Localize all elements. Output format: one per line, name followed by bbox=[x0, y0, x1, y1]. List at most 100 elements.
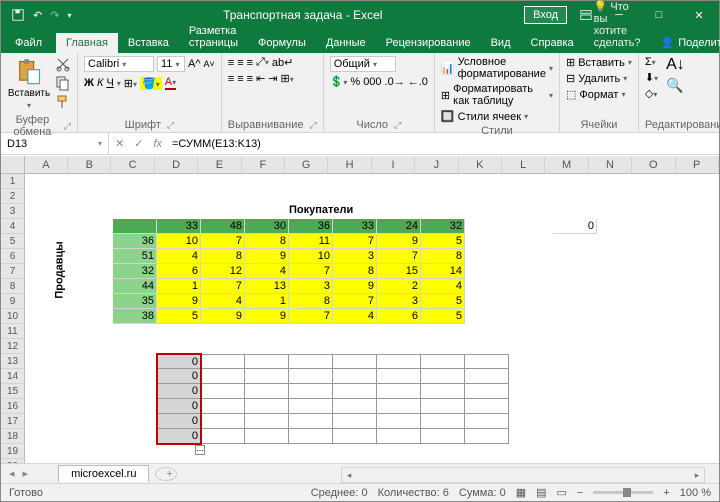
cell[interactable]: 32 bbox=[421, 219, 465, 234]
fill-icon[interactable]: ⬇▾ bbox=[645, 71, 658, 84]
cell[interactable] bbox=[465, 414, 509, 429]
cell[interactable] bbox=[201, 429, 245, 444]
cell[interactable]: 15 bbox=[377, 264, 421, 279]
cell[interactable] bbox=[421, 384, 465, 399]
cell[interactable]: 4 bbox=[245, 264, 289, 279]
cell[interactable] bbox=[465, 369, 509, 384]
cell[interactable]: 9 bbox=[201, 309, 245, 324]
cell[interactable]: 2 bbox=[377, 279, 421, 294]
enter-formula-icon[interactable]: ✓ bbox=[134, 137, 143, 150]
sort-filter-icon[interactable]: A↓ bbox=[666, 56, 685, 74]
cell[interactable]: 1 bbox=[245, 294, 289, 309]
align-top-icon[interactable]: ≡ bbox=[228, 57, 234, 69]
row-header[interactable]: 16 bbox=[1, 399, 25, 414]
zoom-slider[interactable] bbox=[593, 491, 653, 494]
row-header[interactable]: 8 bbox=[1, 279, 25, 294]
cell[interactable] bbox=[245, 414, 289, 429]
row-header[interactable]: 10 bbox=[1, 309, 25, 324]
col-header[interactable]: A bbox=[25, 156, 68, 173]
save-icon[interactable] bbox=[11, 8, 25, 22]
spreadsheet-grid[interactable]: ABCDEFGHIJKLMNOP 12345678910111213141516… bbox=[1, 156, 719, 463]
cell[interactable]: 9 bbox=[333, 279, 377, 294]
zoom-in-button[interactable]: + bbox=[663, 487, 669, 499]
row-header[interactable]: 12 bbox=[1, 339, 25, 354]
cell[interactable]: 36 bbox=[289, 219, 333, 234]
cell[interactable]: 0 bbox=[157, 414, 201, 429]
zoom-out-button[interactable]: − bbox=[577, 487, 583, 499]
tab-home[interactable]: Главная bbox=[56, 33, 118, 53]
cell[interactable]: 5 bbox=[421, 234, 465, 249]
comma-format-icon[interactable]: 000 bbox=[363, 76, 381, 88]
cell[interactable]: 9 bbox=[245, 249, 289, 264]
tab-layout[interactable]: Разметка страницы bbox=[179, 21, 248, 53]
cut-icon[interactable] bbox=[55, 56, 71, 72]
cell[interactable]: 11 bbox=[289, 234, 333, 249]
format-cells-button[interactable]: ⬚Формат▾ bbox=[566, 88, 632, 101]
cell[interactable]: 9 bbox=[377, 234, 421, 249]
cell[interactable]: 5 bbox=[421, 294, 465, 309]
cell[interactable] bbox=[421, 429, 465, 444]
dialog-launcher-icon[interactable]: ⤢ bbox=[167, 120, 174, 131]
cell[interactable] bbox=[333, 384, 377, 399]
cell[interactable]: 0 bbox=[553, 219, 597, 234]
row-header[interactable]: 13 bbox=[1, 354, 25, 369]
horizontal-scrollbar[interactable]: ◂ ▸ bbox=[341, 467, 705, 483]
increase-font-icon[interactable]: A^ bbox=[188, 58, 201, 70]
cell[interactable] bbox=[201, 399, 245, 414]
cell[interactable]: 33 bbox=[157, 219, 201, 234]
cell[interactable]: 3 bbox=[377, 294, 421, 309]
cell[interactable]: 7 bbox=[201, 279, 245, 294]
cell[interactable]: 8 bbox=[421, 249, 465, 264]
cell[interactable]: 7 bbox=[289, 264, 333, 279]
cell[interactable]: 7 bbox=[289, 309, 333, 324]
insert-cells-button[interactable]: ⊞Вставить▾ bbox=[566, 56, 632, 69]
cell[interactable] bbox=[421, 354, 465, 369]
number-format-selector[interactable]: Общий ▾ bbox=[330, 56, 396, 72]
cell[interactable] bbox=[465, 354, 509, 369]
col-header[interactable]: C bbox=[111, 156, 154, 173]
cell[interactable] bbox=[465, 429, 509, 444]
col-header[interactable]: B bbox=[68, 156, 111, 173]
cell[interactable]: 3 bbox=[289, 279, 333, 294]
cell[interactable]: 0 bbox=[157, 354, 201, 369]
name-box[interactable]: D13▾ bbox=[1, 133, 109, 154]
dialog-launcher-icon[interactable]: ⤢ bbox=[309, 120, 316, 131]
row-header[interactable]: 9 bbox=[1, 294, 25, 309]
accounting-format-icon[interactable]: 💲▾ bbox=[330, 75, 348, 88]
clear-icon[interactable]: ◇▾ bbox=[645, 87, 657, 100]
align-middle-icon[interactable]: ≡ bbox=[237, 57, 243, 69]
cell[interactable] bbox=[333, 369, 377, 384]
row-header[interactable]: 14 bbox=[1, 369, 25, 384]
cell[interactable] bbox=[377, 369, 421, 384]
formula-input[interactable]: =СУММ(E13:K13) bbox=[172, 138, 261, 150]
increase-indent-icon[interactable]: ⇥ bbox=[268, 72, 277, 85]
cell[interactable]: 8 bbox=[289, 294, 333, 309]
cell[interactable]: 4 bbox=[421, 279, 465, 294]
tab-insert[interactable]: Вставка bbox=[118, 33, 179, 53]
autosum-icon[interactable]: Σ▾ bbox=[645, 56, 656, 68]
cell[interactable] bbox=[201, 354, 245, 369]
cell[interactable] bbox=[245, 384, 289, 399]
row-header[interactable]: 17 bbox=[1, 414, 25, 429]
cell[interactable] bbox=[201, 384, 245, 399]
cell[interactable] bbox=[421, 414, 465, 429]
italic-button[interactable]: К bbox=[97, 77, 103, 89]
zoom-level[interactable]: 100 % bbox=[680, 487, 711, 499]
row-header[interactable]: 18 bbox=[1, 429, 25, 444]
fill-color-button[interactable]: 🪣▾ bbox=[140, 77, 162, 90]
view-normal-icon[interactable]: ▦ bbox=[516, 486, 526, 499]
row-header[interactable]: 6 bbox=[1, 249, 25, 264]
cell[interactable]: 7 bbox=[377, 249, 421, 264]
col-header[interactable]: L bbox=[502, 156, 545, 173]
cell[interactable] bbox=[289, 354, 333, 369]
col-header[interactable]: N bbox=[589, 156, 632, 173]
cell[interactable]: 4 bbox=[333, 309, 377, 324]
cell[interactable]: 5 bbox=[421, 309, 465, 324]
cell[interactable]: 14 bbox=[421, 264, 465, 279]
cell[interactable]: 10 bbox=[157, 234, 201, 249]
sheet-nav-right-icon[interactable]: ▸ bbox=[23, 467, 29, 480]
decrease-font-icon[interactable]: A˅ bbox=[204, 59, 215, 69]
cell[interactable] bbox=[333, 354, 377, 369]
increase-decimal-icon[interactable]: .0→ bbox=[385, 76, 405, 88]
cell[interactable]: 24 bbox=[377, 219, 421, 234]
